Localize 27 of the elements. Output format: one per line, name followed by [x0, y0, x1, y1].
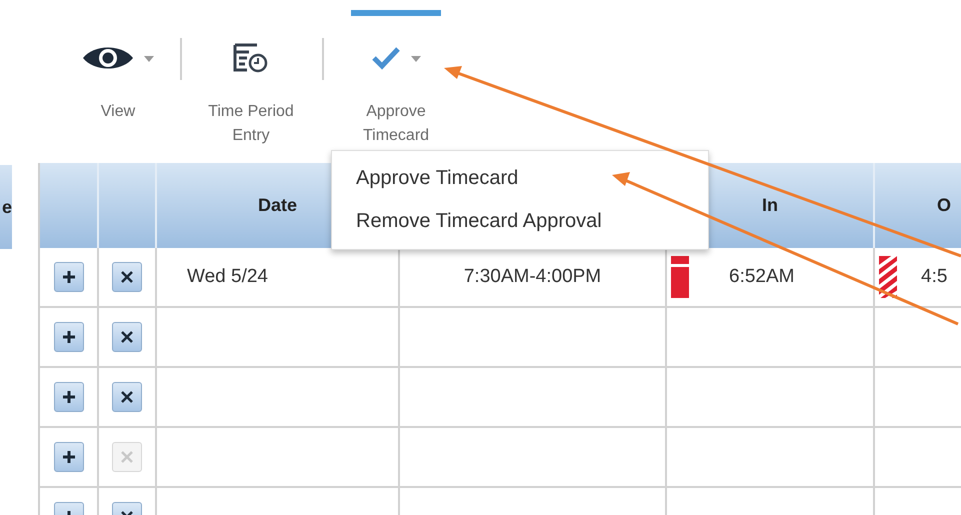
delete-button[interactable]	[112, 262, 142, 292]
column-header: e	[0, 165, 12, 249]
caret-icon	[411, 56, 421, 62]
close-icon	[121, 391, 133, 403]
add-button[interactable]	[54, 322, 84, 352]
close-icon	[121, 331, 133, 343]
close-icon	[121, 271, 133, 283]
add-button[interactable]	[54, 382, 84, 412]
checkmark-icon	[371, 46, 401, 70]
add-button[interactable]	[54, 442, 84, 472]
calendar-clock-icon	[233, 42, 269, 74]
toolbar-button[interactable]: Time Period Entry	[192, 10, 310, 148]
striped-marker-icon	[879, 256, 897, 298]
plus-icon	[62, 450, 76, 464]
punch-time: 6:52AM	[729, 266, 794, 288]
delete-button[interactable]	[112, 322, 142, 352]
plus-icon	[62, 270, 76, 284]
exception-marker-icon	[671, 256, 689, 298]
plus-icon	[62, 330, 76, 344]
add-button[interactable]	[54, 262, 84, 292]
toolbar-button[interactable]: View	[70, 10, 166, 124]
punch-time: 4:5	[921, 266, 948, 288]
delete-button[interactable]	[112, 382, 142, 412]
plus-icon	[62, 390, 76, 404]
close-icon	[121, 451, 133, 463]
column-header: O	[875, 163, 961, 248]
caret-icon	[144, 56, 154, 62]
